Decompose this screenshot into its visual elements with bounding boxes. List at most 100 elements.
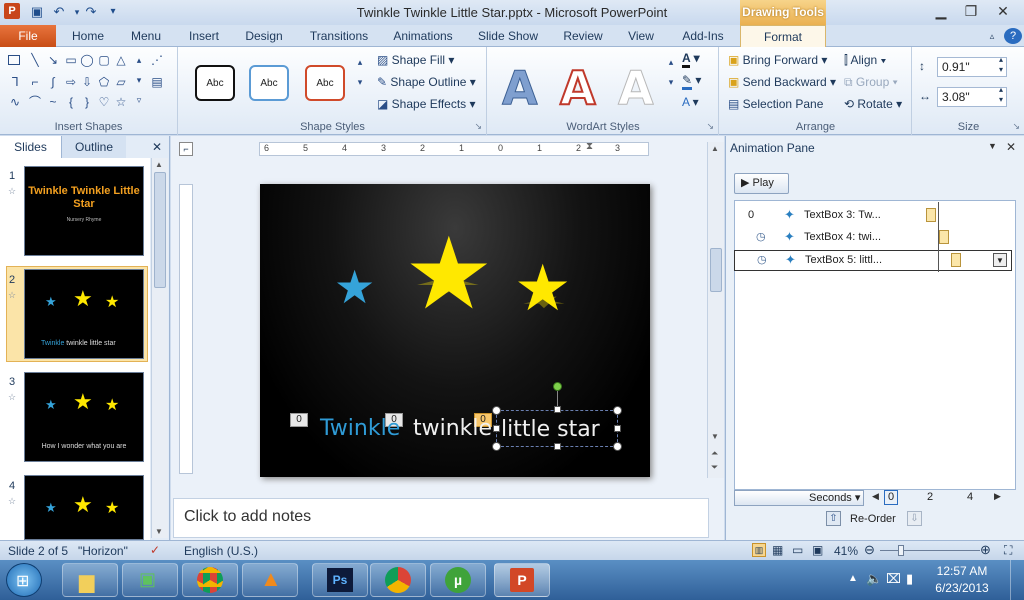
elbow-connector-icon[interactable]: ⌐ — [28, 75, 42, 89]
callout-shape-icon[interactable]: ▱ — [114, 75, 128, 89]
tab-slides[interactable]: Slides — [0, 136, 62, 158]
width-spin-up-icon[interactable]: ▴ — [999, 85, 1003, 94]
connector-shape-icon[interactable]: ᒣ — [8, 75, 22, 89]
wordart-style-blue[interactable]: A — [502, 61, 539, 116]
zoom-in-icon[interactable]: ⊕ — [980, 542, 991, 558]
wordart-scroll-up-icon[interactable]: ▴ — [664, 55, 678, 69]
close-animation-pane-icon[interactable]: ✕ — [1006, 140, 1016, 154]
curve-shape-icon[interactable]: ∿ — [8, 95, 22, 109]
move-down-icon[interactable]: ⇩ — [907, 511, 922, 526]
resize-handle[interactable] — [492, 442, 501, 451]
text-fill-button[interactable]: A ▾ — [682, 51, 700, 68]
slide-sorter-view-icon[interactable]: ▦ — [772, 543, 783, 557]
height-spin-down-icon[interactable]: ▾ — [999, 65, 1003, 74]
wordart-launcher-icon[interactable]: ↘ — [706, 121, 714, 132]
language-status[interactable]: English (U.S.) — [184, 544, 258, 558]
pentagon-shape-icon[interactable]: ⬠ — [97, 75, 111, 89]
height-spin-up-icon[interactable]: ▴ — [999, 55, 1003, 64]
resize-handle[interactable] — [614, 425, 621, 432]
resize-handle[interactable] — [493, 425, 500, 432]
close-slides-pane-icon[interactable]: ✕ — [148, 136, 166, 158]
shape-style-red[interactable]: Abc — [305, 65, 345, 101]
taskbar-powerpoint[interactable]: P — [494, 563, 550, 597]
taskbar-vlc[interactable]: ▲ — [242, 563, 298, 597]
blue-star-icon[interactable]: ★ — [334, 264, 375, 310]
reading-view-icon[interactable]: ▭ — [792, 543, 803, 557]
shape-effects-button[interactable]: ◪ Shape Effects ▾ — [377, 97, 476, 111]
zoom-level[interactable]: 41% — [834, 544, 858, 558]
help-icon[interactable]: ? — [1004, 28, 1022, 44]
slide-thumbnail-3[interactable]: ★ ★ ★ How I wonder what you are — [24, 372, 144, 462]
scroll-down-icon[interactable]: ▼ — [711, 432, 719, 441]
arrow-right-shape-icon[interactable]: ⇨ — [64, 75, 78, 89]
clock-time[interactable]: 12:57 AM — [924, 564, 1000, 578]
heart-shape-icon[interactable]: ♡ — [97, 95, 111, 109]
minimize-ribbon-icon[interactable]: ▵ — [984, 25, 1000, 47]
move-up-icon[interactable]: ⇧ — [826, 511, 841, 526]
slideshow-view-icon[interactable]: ▣ — [812, 543, 823, 557]
star-shape-icon[interactable]: ☆ — [114, 95, 128, 109]
restore-icon[interactable]: ❐ — [958, 2, 984, 20]
text-twinkle-2[interactable]: twinkle — [413, 416, 492, 441]
resize-handle[interactable] — [554, 443, 561, 450]
item-dropdown-icon[interactable]: ▼ — [993, 253, 1007, 267]
timing-bar[interactable] — [926, 208, 936, 222]
slide-thumbnail-4[interactable]: ★ ★ ★ — [24, 475, 144, 540]
start-button[interactable]: ⊞ — [6, 563, 42, 597]
tab-review[interactable]: Review — [556, 25, 610, 47]
scroll-down-icon[interactable]: ▼ — [155, 527, 163, 536]
rotation-handle[interactable] — [553, 382, 562, 391]
tab-file[interactable]: File — [0, 25, 56, 47]
tab-design[interactable]: Design — [238, 25, 290, 47]
shape-outline-button[interactable]: ✎ Shape Outline ▾ — [377, 75, 476, 89]
pane-options-icon[interactable]: ▼ — [988, 141, 997, 151]
rotate-button[interactable]: ⟲ Rotate ▾ — [844, 97, 902, 111]
shape-style-blue[interactable]: Abc — [249, 65, 289, 101]
timeline-scroll-right-icon[interactable]: ▶ — [994, 491, 1001, 502]
selected-textbox[interactable]: little star — [496, 410, 618, 447]
scroll-up-icon[interactable]: ▲ — [155, 160, 163, 169]
slides-scrollbar[interactable]: ▲ ▼ — [151, 158, 168, 538]
taskbar-explorer[interactable]: ▆ — [62, 563, 118, 597]
zoom-out-icon[interactable]: ⊖ — [864, 542, 875, 558]
brace-right-shape-icon[interactable]: } — [80, 95, 94, 109]
size-launcher-icon[interactable]: ↘ — [1012, 121, 1020, 132]
tab-slide-show[interactable]: Slide Show — [472, 25, 544, 47]
styles-scroll-up-icon[interactable]: ▴ — [353, 55, 367, 69]
text-outline-button[interactable]: ✎ ▾ — [682, 73, 701, 90]
close-icon[interactable]: ✕ — [990, 2, 1016, 20]
rounded-rect-shape-icon[interactable]: ▢ — [97, 53, 111, 67]
oval-shape-icon[interactable]: ◯ — [80, 53, 94, 67]
device-icon[interactable]: ⌧ — [886, 571, 901, 587]
previous-slide-icon[interactable]: ⏶ — [711, 448, 718, 459]
slide-scroll-thumb[interactable] — [710, 248, 722, 292]
arc-shape-icon[interactable]: ⌒ — [28, 95, 42, 109]
zoom-slider-thumb[interactable] — [898, 545, 904, 556]
triangle-shape-icon[interactable]: △ — [114, 53, 128, 67]
animation-item[interactable]: 0 ✦ TextBox 3: Tw... — [734, 206, 1012, 226]
group-button[interactable]: ⧉ Group ▾ — [844, 75, 898, 90]
taskbar-utorrent[interactable]: µ — [430, 563, 486, 597]
timing-bar[interactable] — [951, 253, 961, 267]
tab-add-ins[interactable]: Add-Ins — [674, 25, 732, 47]
curved-connector-icon[interactable]: ∫ — [46, 75, 60, 89]
freeform-shape-icon[interactable]: ~ — [46, 95, 60, 109]
next-slide-icon[interactable]: ⏷ — [711, 462, 718, 473]
line-shape-icon[interactable]: ╲ — [28, 53, 42, 67]
resize-handle[interactable] — [492, 406, 501, 415]
zoom-slider-track[interactable] — [880, 550, 980, 551]
wordart-style-red-outline[interactable]: A — [559, 60, 597, 116]
timeline-scroll-left-icon[interactable]: ◀ — [872, 491, 879, 502]
normal-view-icon[interactable]: ▥ — [752, 543, 766, 557]
shape-height-input[interactable]: 0.91" — [937, 57, 1007, 77]
brace-left-shape-icon[interactable]: { — [64, 95, 78, 109]
taskbar-photoshop[interactable]: Ps — [312, 563, 368, 597]
send-backward-button[interactable]: ▣ Send Backward ▾ — [728, 75, 836, 89]
width-spin-down-icon[interactable]: ▾ — [999, 95, 1003, 104]
draw-text-box-icon[interactable]: ▤ — [150, 75, 164, 89]
slides-scroll-thumb[interactable] — [154, 172, 166, 288]
styles-scroll-down-icon[interactable]: ▾ — [353, 75, 367, 89]
resize-handle[interactable] — [554, 406, 561, 413]
selection-pane-button[interactable]: ▤ Selection Pane — [728, 97, 823, 111]
tab-home[interactable]: Home — [64, 25, 112, 47]
